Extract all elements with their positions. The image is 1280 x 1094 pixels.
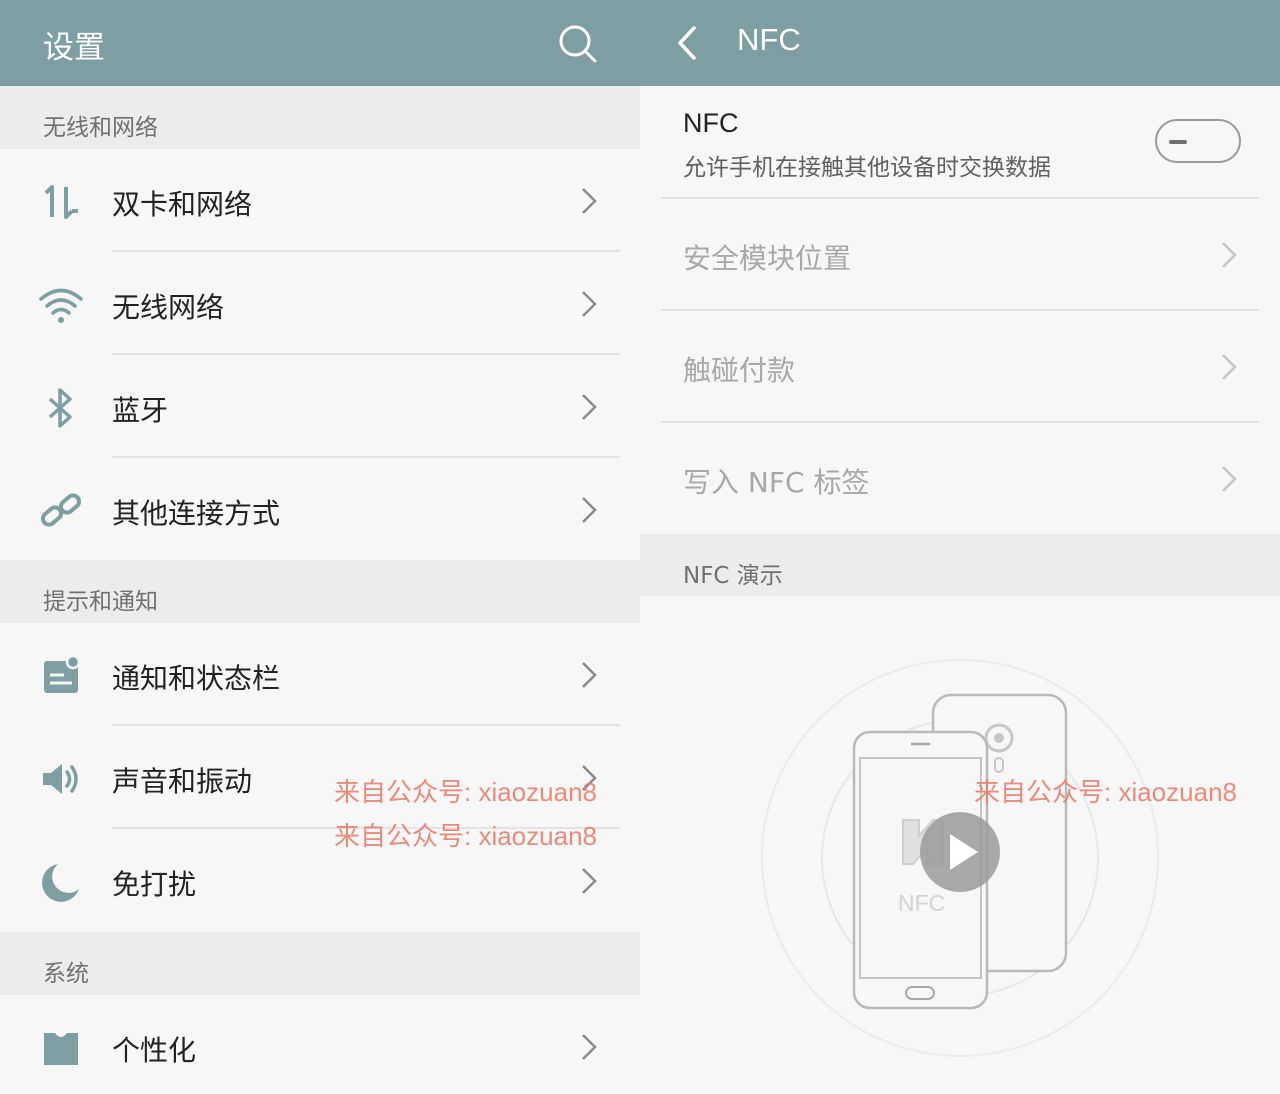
settings-item-label: 通知和状态栏 [112, 662, 281, 695]
settings-app-bar: 设置 [0, 0, 640, 86]
chevron-right-icon [582, 1034, 597, 1060]
back-arrow-icon [678, 26, 696, 60]
back-button[interactable] [662, 18, 712, 68]
section-header-notifications: 提示和通知 [0, 560, 640, 623]
bluetooth-icon [48, 388, 72, 428]
settings-item-label: 双卡和网络 [112, 188, 253, 221]
nfc-setting-title: NFC [683, 108, 739, 138]
nfc-demo-area: NFC [640, 596, 1280, 1094]
settings-item-bluetooth[interactable]: 蓝牙 [0, 355, 640, 458]
page-title: NFC [737, 22, 801, 57]
section-header-system: 系统 [0, 932, 640, 995]
section-header-wireless: 无线和网络 [0, 86, 640, 149]
watermark-text: 来自公众号: xiaozuan8 [334, 821, 597, 851]
nfc-app-bar: NFC [640, 0, 1280, 86]
settings-item-wifi[interactable]: 无线网络 [0, 252, 640, 355]
search-icon [559, 25, 597, 63]
wifi-icon [39, 288, 83, 323]
nfc-toggle[interactable] [1155, 119, 1241, 163]
chevron-right-icon [582, 188, 597, 214]
speaker-icon [43, 764, 78, 794]
chevron-right-icon [582, 497, 597, 523]
settings-item-notification-bar[interactable]: 通知和状态栏 [0, 623, 640, 726]
settings-item-dual-sim[interactable]: 双卡和网络 [0, 149, 640, 252]
chevron-right-icon [582, 868, 597, 894]
nfc-item-write-tag[interactable]: 写入 NFC 标签 [640, 423, 1280, 535]
settings-item-label: 无线网络 [112, 291, 225, 324]
nfc-item-tap-and-pay[interactable]: 触碰付款 [640, 311, 1280, 423]
watermark-text: 来自公众号: xiaozuan8 [974, 777, 1237, 807]
settings-item-label: 蓝牙 [112, 394, 169, 427]
play-icon[interactable] [918, 810, 1002, 894]
nfc-demo-label: NFC [898, 890, 946, 916]
settings-item-label: 其他连接方式 [112, 497, 281, 530]
section-header-nfc-demo: NFC 演示 [640, 534, 1280, 597]
settings-item-label: 免打扰 [112, 868, 197, 901]
settings-item-label: 声音和振动 [112, 765, 253, 798]
chevron-right-icon [582, 291, 597, 317]
nfc-item-secure-element[interactable]: 安全模块位置 [640, 199, 1280, 311]
toggle-knob [1169, 140, 1187, 144]
watermark-text: 来自公众号: xiaozuan8 [334, 777, 597, 807]
search-button[interactable] [552, 18, 602, 68]
link-icon [40, 493, 82, 527]
personalize-icon [44, 1033, 78, 1065]
chevron-right-icon [582, 662, 597, 688]
settings-item-other-connections[interactable]: 其他连接方式 [0, 458, 640, 561]
notification-icon [44, 654, 81, 693]
chevron-right-icon [582, 394, 597, 420]
nfc-item-label: 安全模块位置 [683, 242, 852, 275]
nfc-item-label: 触碰付款 [683, 354, 796, 387]
chevron-right-icon [1222, 466, 1237, 492]
settings-item-personalize[interactable]: 个性化 [0, 995, 640, 1094]
settings-panel: 设置 无线和网络 双卡和网络 无线网络 蓝牙 其他连接方式 提示和通知 通知和状… [0, 0, 640, 1094]
dual-sim-icon [44, 185, 78, 219]
moon-icon [42, 864, 79, 902]
chevron-right-icon [1222, 242, 1237, 268]
nfc-panel: NFC NFC 允许手机在接触其他设备时交换数据 安全模块位置 触碰付款 写入 … [640, 0, 1280, 1094]
nfc-item-label: 写入 NFC 标签 [683, 466, 870, 499]
page-title: 设置 [43, 30, 105, 66]
settings-item-label: 个性化 [112, 1034, 197, 1067]
chevron-right-icon [1222, 354, 1237, 380]
nfc-setting-description: 允许手机在接触其他设备时交换数据 [683, 155, 1051, 181]
